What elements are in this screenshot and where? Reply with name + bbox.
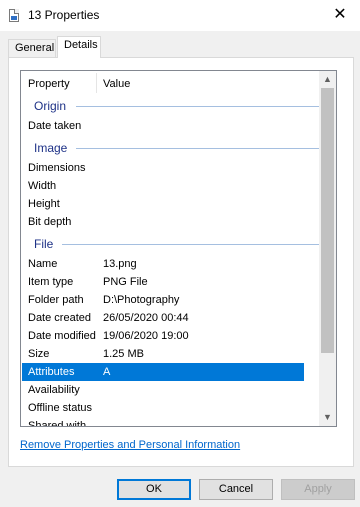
property-name: Offline status [28, 402, 92, 414]
property-name: Name [28, 258, 58, 270]
remove-properties-link[interactable]: Remove Properties and Personal Informati… [20, 439, 240, 451]
group-label: File [34, 237, 54, 251]
cancel-button[interactable]: Cancel [199, 479, 273, 500]
property-value: PNG File [103, 276, 148, 288]
property-value: 1.25 MB [103, 348, 144, 360]
close-icon[interactable]: ✕ [330, 5, 350, 25]
property-value: 26/05/2020 00:44 [103, 312, 189, 324]
property-name: Shared with [28, 420, 87, 427]
table-row[interactable]: Height [22, 195, 304, 213]
group-divider [62, 244, 319, 245]
property-name: Folder path [28, 294, 84, 306]
table-row[interactable]: Date modified 19/06/2020 19:00 [22, 327, 304, 345]
property-name: Availability [28, 384, 80, 396]
vertical-scrollbar[interactable]: ▲ ▼ [319, 71, 336, 426]
table-row[interactable]: Shared with [22, 417, 304, 427]
property-value: A [103, 366, 111, 378]
property-name: Item type [28, 276, 74, 288]
property-name: Bit depth [28, 216, 72, 228]
scroll-up-icon[interactable]: ▲ [319, 71, 336, 88]
table-row[interactable]: Width [22, 177, 304, 195]
table-row[interactable]: Name 13.png [22, 255, 304, 273]
table-row[interactable]: Item type PNG File [22, 273, 304, 291]
group-divider [76, 148, 319, 149]
list-header: Property Value [21, 71, 319, 97]
property-name: Date taken [28, 120, 82, 132]
property-name: Height [28, 198, 60, 210]
window-title: 13 Properties [28, 8, 100, 22]
property-value: 13.png [103, 258, 137, 270]
table-row[interactable]: Size 1.25 MB [22, 345, 304, 363]
property-name: Date created [28, 312, 91, 324]
property-name: Dimensions [28, 162, 86, 174]
group-label: Origin [34, 99, 67, 113]
column-divider[interactable] [96, 73, 97, 93]
table-row[interactable]: Date taken [22, 117, 304, 135]
column-header-property[interactable]: Property [28, 78, 70, 90]
group-header-file: File [34, 235, 319, 253]
tab-details[interactable]: Details [57, 36, 101, 58]
ok-button[interactable]: OK [117, 479, 191, 500]
file-icon [9, 9, 19, 22]
table-row[interactable]: Availability [22, 381, 304, 399]
title-bar: 13 Properties ✕ [0, 0, 360, 31]
apply-button[interactable]: Apply [281, 479, 355, 500]
column-header-value[interactable]: Value [103, 78, 130, 90]
table-row[interactable]: Bit depth [22, 213, 304, 231]
properties-list[interactable]: Property Value Origin Date taken Image D… [20, 70, 337, 427]
group-header-origin: Origin [34, 97, 319, 115]
table-row[interactable]: Folder path D:\Photography [22, 291, 304, 309]
tab-general[interactable]: General [8, 39, 56, 58]
property-value: 19/06/2020 19:00 [103, 330, 189, 342]
group-header-image: Image [34, 139, 319, 157]
group-divider [76, 106, 319, 107]
property-name: Date modified [28, 330, 96, 342]
property-name: Attributes [28, 366, 75, 378]
scroll-thumb[interactable] [321, 88, 334, 353]
table-row-selected[interactable]: Attributes A [22, 363, 304, 381]
table-row[interactable]: Offline status [22, 399, 304, 417]
group-label: Image [34, 141, 68, 155]
property-name: Width [28, 180, 57, 192]
scroll-down-icon[interactable]: ▼ [319, 409, 336, 426]
table-row[interactable]: Dimensions [22, 159, 304, 177]
property-value: D:\Photography [103, 294, 180, 306]
property-name: Size [28, 348, 50, 360]
table-row[interactable]: Date created 26/05/2020 00:44 [22, 309, 304, 327]
